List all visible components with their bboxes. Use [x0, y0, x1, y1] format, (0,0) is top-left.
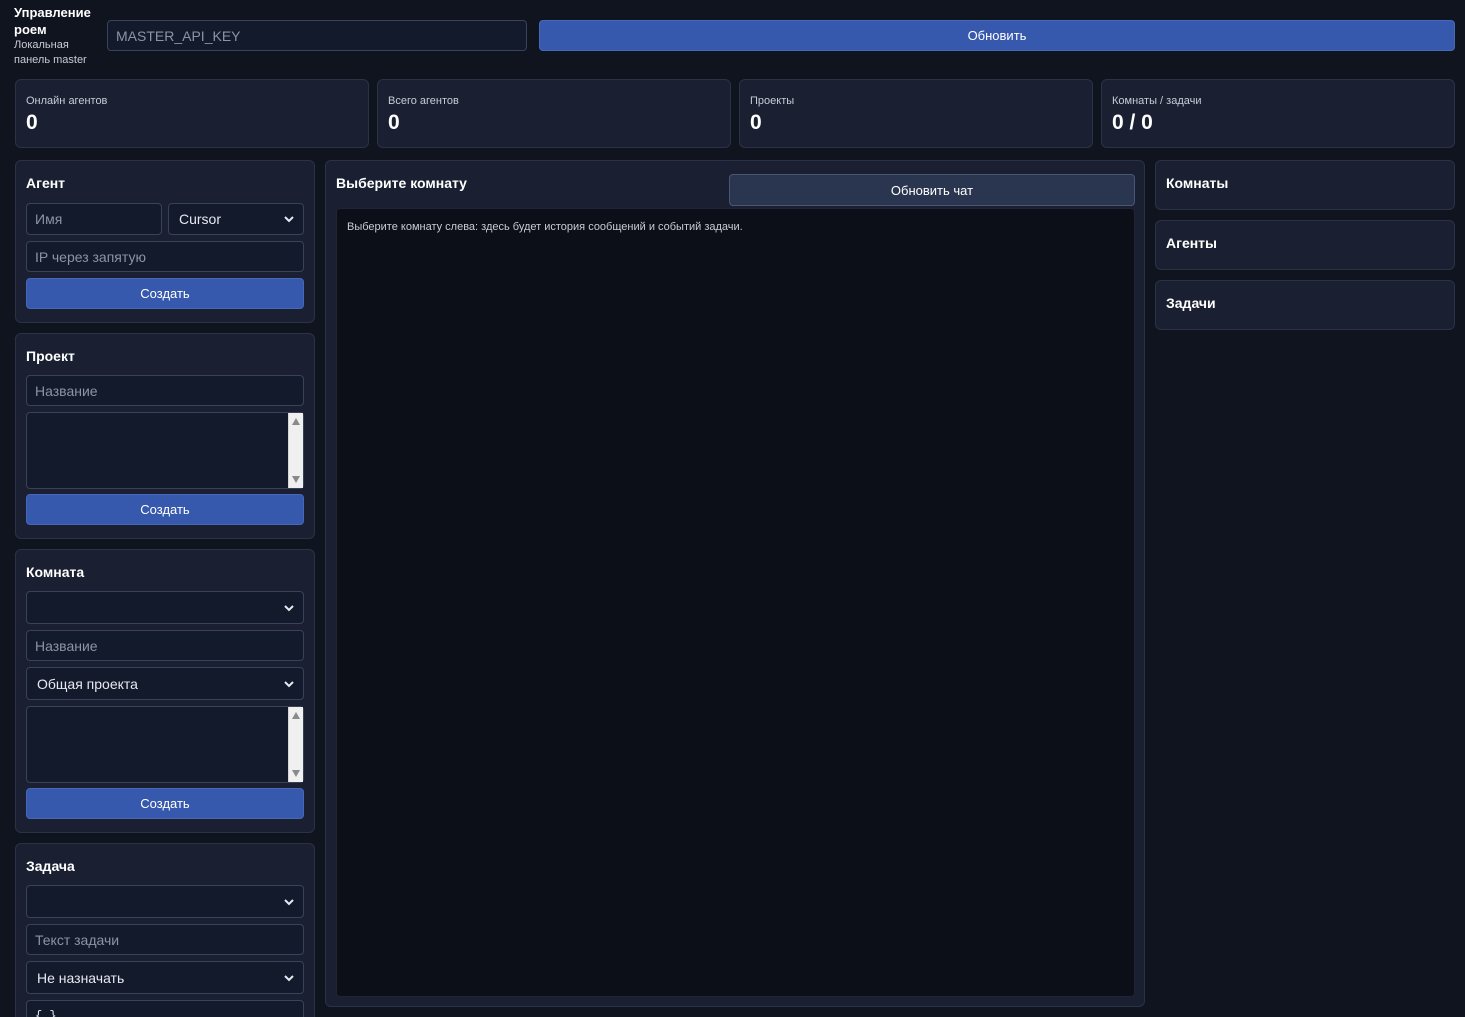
task-assign-select[interactable]: Не назначать — [26, 961, 304, 994]
create-agent-button[interactable]: Создать — [26, 278, 304, 309]
chevron-down-icon — [284, 216, 294, 223]
agent-name-input[interactable] — [26, 203, 162, 235]
chevron-down-icon — [284, 974, 294, 981]
project-description-textarea[interactable] — [26, 412, 304, 489]
rooms-panel[interactable]: Комнаты — [1155, 160, 1455, 210]
brand: Управление роем Локальная панель master — [14, 4, 104, 68]
task-room-select[interactable] — [26, 885, 304, 918]
chat-panel: Выберите комнату Обновить чат Выберите к… — [325, 160, 1145, 1007]
stat-rooms-tasks: Комнаты / задачи 0 / 0 — [1101, 79, 1455, 148]
agents-panel-title: Агенты — [1166, 235, 1217, 251]
chat-title: Выберите комнату — [336, 175, 467, 191]
project-name-input[interactable] — [26, 375, 304, 406]
agent-type-value: Cursor — [179, 211, 222, 227]
task-panel-title: Задача — [26, 858, 75, 874]
task-json-value: { } — [35, 1009, 57, 1017]
brand-subtitle: Локальная панель master — [14, 39, 87, 66]
tasks-panel[interactable]: Задачи — [1155, 280, 1455, 330]
chevron-down-icon — [284, 604, 294, 611]
room-type-select[interactable]: Общая проекта — [26, 667, 304, 700]
create-project-button[interactable]: Создать — [26, 494, 304, 525]
agent-ip-input[interactable] — [26, 241, 304, 272]
create-room-button[interactable]: Создать — [26, 788, 304, 819]
room-type-value: Общая проекта — [37, 675, 138, 692]
task-text-input[interactable] — [26, 924, 304, 955]
room-description-textarea[interactable] — [26, 706, 304, 783]
stat-label: Онлайн агентов — [26, 95, 108, 107]
task-json-textarea[interactable]: { } — [26, 1000, 304, 1017]
scroll-up-icon[interactable] — [292, 418, 300, 425]
rooms-panel-title: Комнаты — [1166, 175, 1229, 191]
chevron-down-icon — [284, 898, 294, 905]
stat-value: 0 — [388, 111, 400, 134]
scroll-down-icon[interactable] — [292, 476, 300, 483]
stat-value: 0 — [26, 111, 38, 134]
stat-projects: Проекты 0 — [739, 79, 1093, 148]
scroll-up-icon[interactable] — [292, 712, 300, 719]
task-assign-value: Не назначать — [37, 969, 125, 986]
room-name-input[interactable] — [26, 630, 304, 661]
project-panel-title: Проект — [26, 348, 75, 364]
stat-total-agents: Всего агентов 0 — [377, 79, 731, 148]
scrollbar[interactable] — [288, 413, 303, 488]
room-panel-title: Комната — [26, 564, 85, 580]
tasks-panel-title: Задачи — [1166, 295, 1216, 311]
scroll-down-icon[interactable] — [292, 770, 300, 777]
chevron-down-icon — [284, 680, 294, 687]
chat-history[interactable]: Выберите комнату слева: здесь будет исто… — [336, 208, 1135, 997]
room-project-select[interactable] — [26, 591, 304, 624]
agent-panel-title: Агент — [26, 175, 66, 191]
task-panel: Задача Не назначать { } — [15, 843, 315, 1017]
chat-empty-text: Выберите комнату слева: здесь будет исто… — [347, 221, 743, 233]
stat-label: Проекты — [750, 95, 795, 107]
stat-online-agents: Онлайн агентов 0 — [15, 79, 369, 148]
scrollbar[interactable] — [288, 707, 303, 782]
stat-label: Всего агентов — [388, 95, 459, 107]
agent-panel: Агент Cursor Создать — [15, 160, 315, 323]
agent-type-select[interactable]: Cursor — [168, 203, 304, 235]
stat-value: 0 / 0 — [1112, 111, 1153, 134]
stat-value: 0 — [750, 111, 762, 134]
refresh-button[interactable]: Обновить — [539, 20, 1455, 51]
stat-label: Комнаты / задачи — [1112, 95, 1202, 107]
brand-title: Управление роем — [14, 5, 91, 37]
agents-panel[interactable]: Агенты — [1155, 220, 1455, 270]
api-key-input[interactable] — [107, 20, 527, 51]
project-panel: Проект Создать — [15, 333, 315, 539]
refresh-chat-button[interactable]: Обновить чат — [729, 174, 1135, 206]
room-panel: Комната Общая проекта Создать — [15, 549, 315, 833]
